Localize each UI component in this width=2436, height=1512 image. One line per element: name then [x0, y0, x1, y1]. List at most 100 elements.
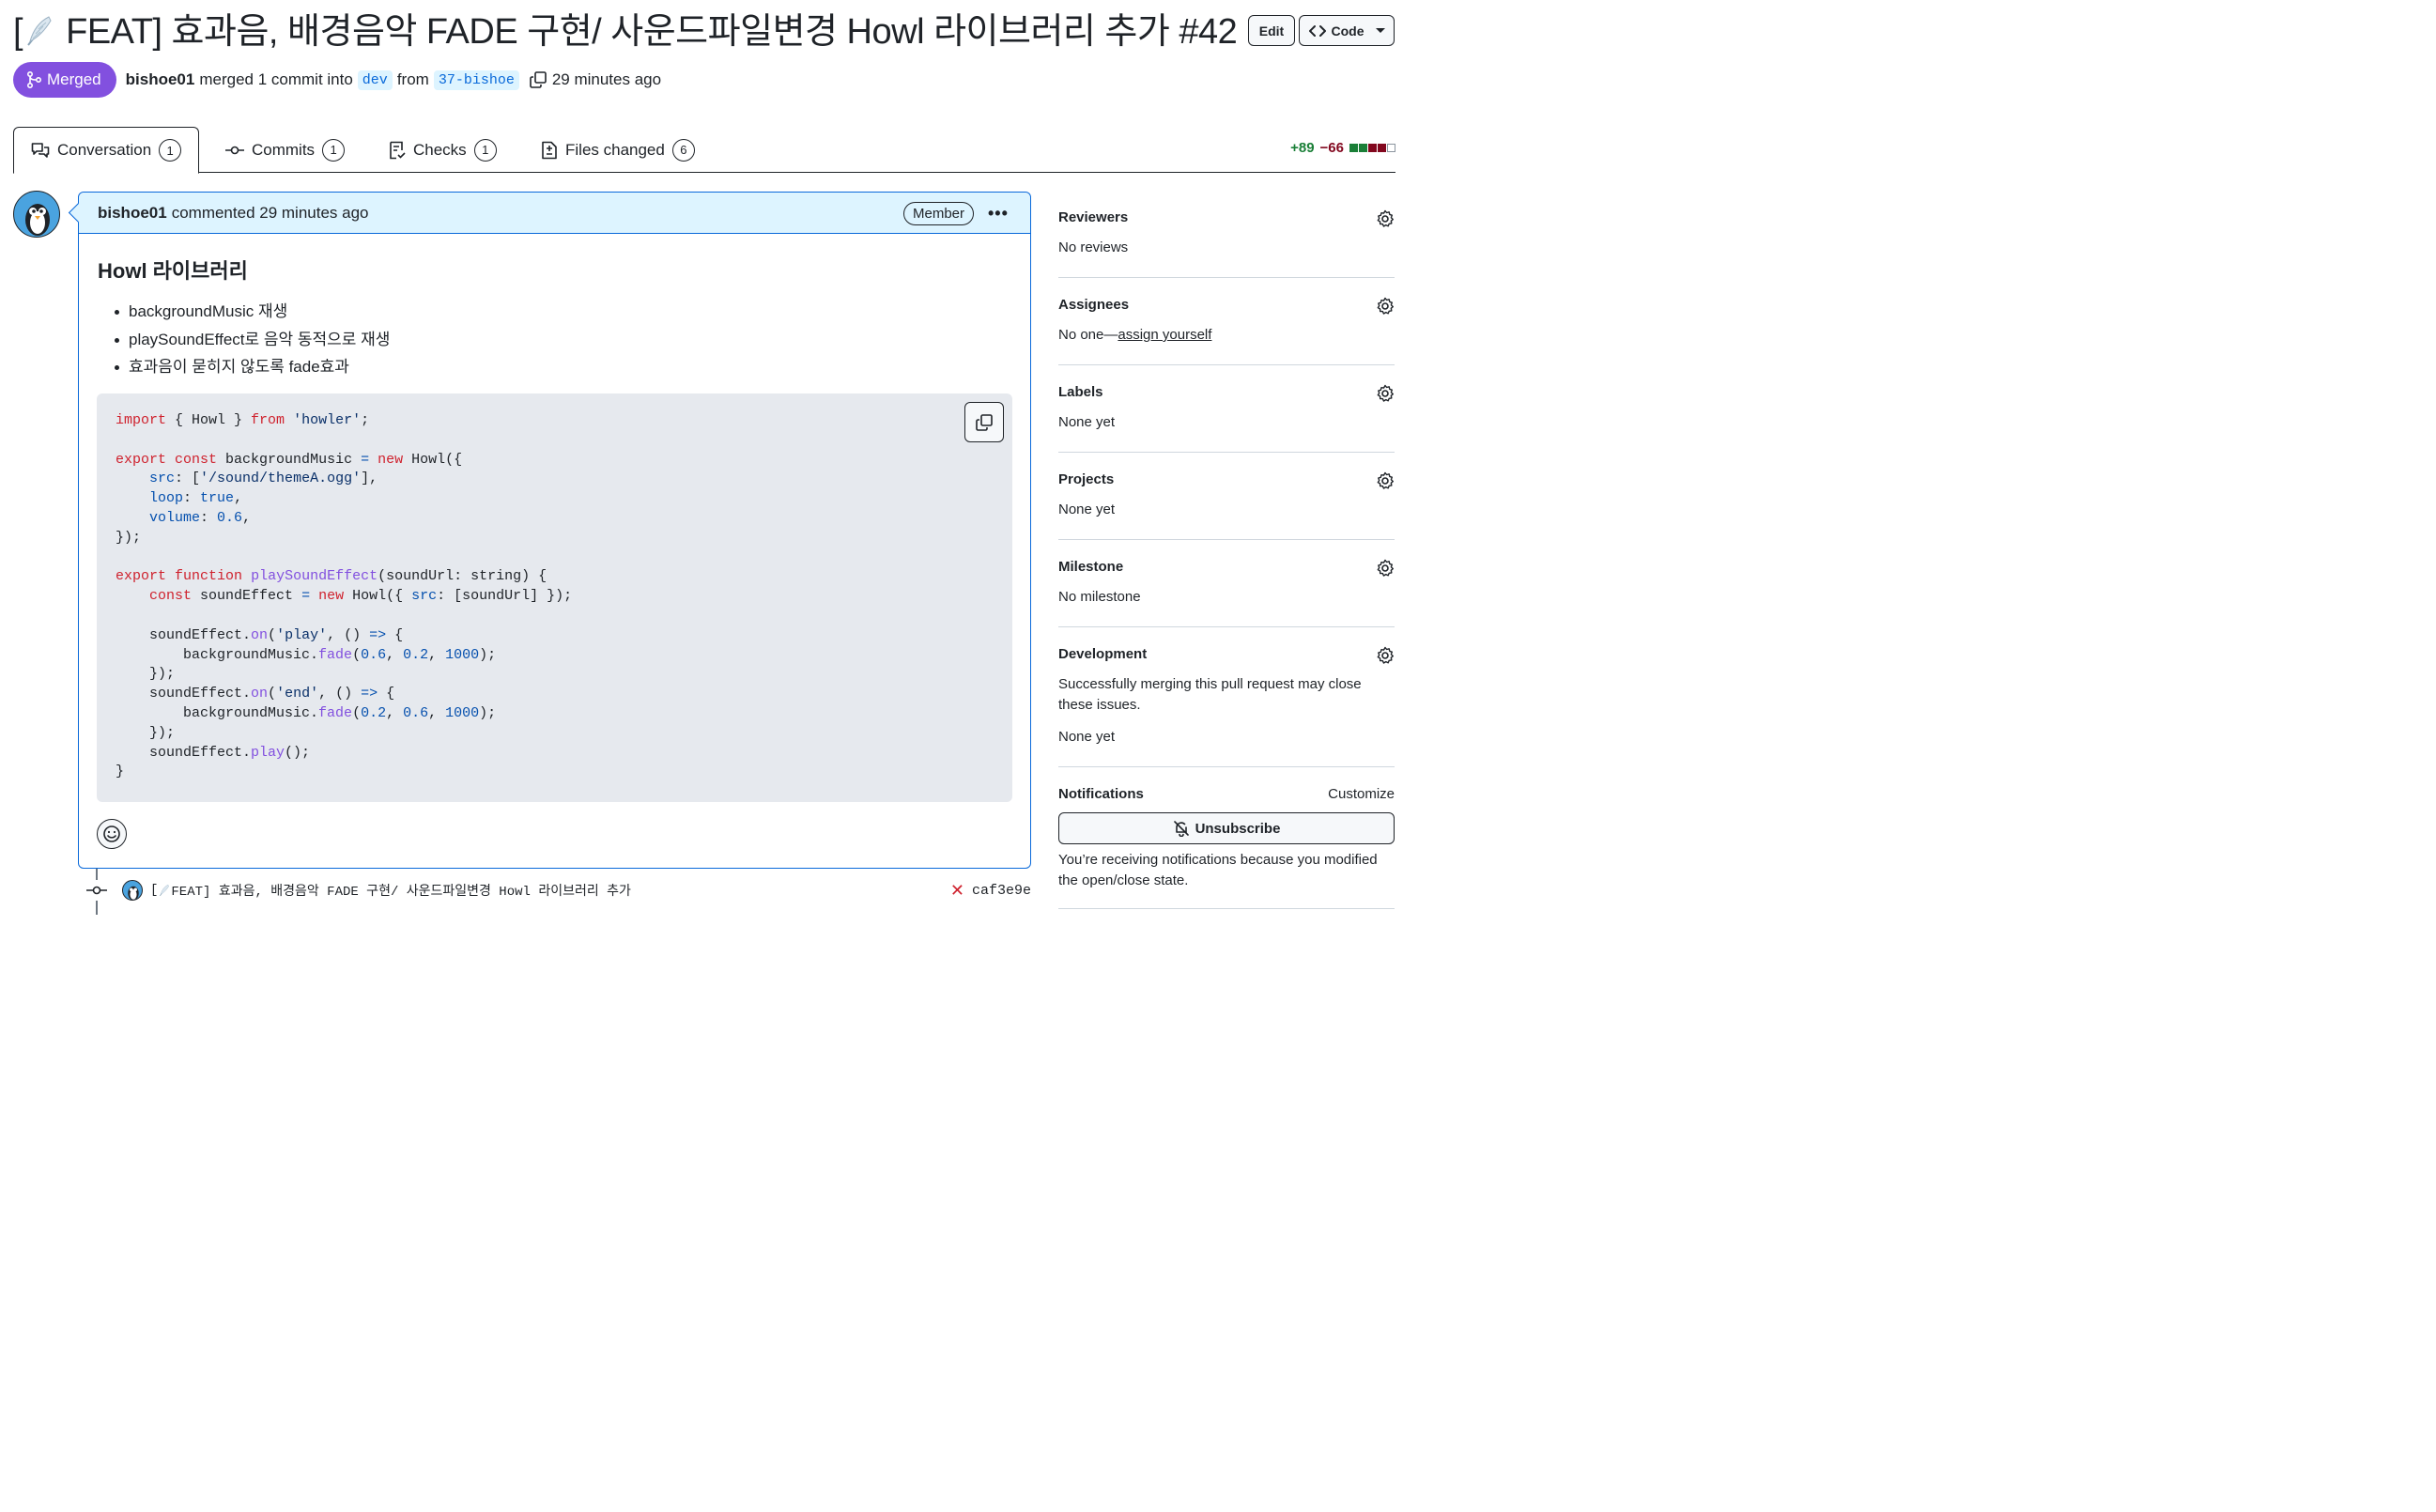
code-token: 1000	[445, 646, 480, 663]
edit-button[interactable]: Edit	[1248, 15, 1295, 46]
tab-checks[interactable]: Checks 1	[389, 127, 497, 173]
code-line: backgroundMusic.fade(0.2, 0.6, 1000);	[116, 704, 572, 724]
code-token: { Howl }	[166, 412, 252, 428]
tab-checks-count: 1	[473, 138, 497, 162]
gear-icon[interactable]	[1376, 646, 1395, 665]
code-token: src	[411, 588, 438, 605]
member-badge: Member	[903, 202, 975, 225]
assign-yourself-link[interactable]: assign yourself	[1118, 327, 1211, 343]
comment-header: bishoe01 commented 29 minutes ago Member…	[79, 193, 1030, 234]
merged-text: merged 1 commit into	[199, 70, 353, 88]
sidebar-projects-title: Projects	[1058, 471, 1115, 487]
penguin-avatar-icon	[128, 886, 139, 900]
code-line: import { Howl } from 'howler';	[116, 411, 572, 431]
code-token: import	[116, 412, 167, 428]
code-token: on	[251, 626, 269, 643]
gear-icon[interactable]	[1376, 384, 1395, 403]
tab-files-changed-label: Files changed	[565, 140, 665, 159]
checklist-icon	[390, 141, 406, 159]
base-branch-link[interactable]: dev	[357, 69, 393, 90]
code-token: (	[268, 626, 277, 643]
add-reaction-button[interactable]	[97, 819, 127, 849]
gear-icon[interactable]	[1376, 559, 1395, 578]
gear-icon[interactable]	[1376, 209, 1395, 228]
diffstat-blocks	[1349, 144, 1395, 152]
code-token: (	[352, 704, 362, 721]
sidebar-milestone-title: Milestone	[1058, 559, 1124, 575]
comment-bullet-list: backgroundMusic 재생 playSoundEffect로 음악 동…	[98, 298, 1011, 381]
code-token: : [	[175, 471, 201, 487]
commit-sha-group: ✕ caf3e9e	[950, 881, 1031, 901]
x-failure-icon[interactable]: ✕	[950, 881, 964, 901]
comment-author-link[interactable]: bishoe01	[98, 204, 167, 223]
avatar[interactable]	[13, 191, 60, 238]
avatar[interactable]	[122, 880, 143, 901]
tab-commits-count: 1	[322, 138, 346, 162]
code-token: Howl({	[403, 451, 463, 468]
copy-icon[interactable]	[529, 70, 547, 89]
unsubscribe-label: Unsubscribe	[1195, 820, 1281, 837]
tab-commits[interactable]: Commits 1	[225, 127, 346, 173]
code-token: , ()	[327, 626, 370, 643]
code-token: ,	[234, 490, 243, 507]
pr-meta: Merged bishoe01 merged 1 commit into dev…	[13, 62, 661, 98]
gear-icon[interactable]	[1376, 471, 1395, 490]
sidebar-development-title: Development	[1058, 646, 1148, 662]
code-token: soundEffect.	[116, 686, 252, 702]
code-line: src: ['/sound/themeA.ogg'],	[116, 470, 572, 489]
git-merge-icon	[27, 71, 41, 88]
code-token: :	[200, 509, 218, 526]
code-button[interactable]: Code	[1299, 15, 1395, 46]
comment-timestamp[interactable]: commented 29 minutes ago	[172, 204, 369, 223]
code-line: }	[116, 763, 572, 782]
code-line: backgroundMusic.fade(0.6, 0.2, 1000);	[116, 646, 572, 666]
code-line: });	[116, 724, 572, 744]
comment-heading: Howl 라이브러리	[98, 259, 248, 283]
code-icon	[1308, 24, 1326, 37]
sidebar-projects: Projects None yet	[1058, 453, 1395, 540]
code-token: export	[116, 451, 167, 468]
feather-icon	[27, 16, 52, 46]
title-text: FEAT] 효과음, 배경음악 FADE 구현/ 사운드파일변경 Howl 라이…	[56, 12, 1238, 52]
code-token: 1000	[445, 704, 480, 721]
customize-link[interactable]: Customize	[1328, 786, 1395, 802]
code-token: loop	[149, 490, 184, 507]
tab-files-changed[interactable]: Files changed 6	[541, 127, 695, 173]
code-token: });	[116, 529, 142, 546]
copy-code-button[interactable]	[964, 402, 1004, 442]
code-token: });	[116, 724, 176, 741]
tab-conversation-label: Conversation	[57, 141, 152, 159]
code-line: const soundEffect = new Howl({ src: [sou…	[116, 587, 572, 607]
merged-label: Merged	[47, 70, 101, 88]
tab-conversation[interactable]: Conversation 1	[13, 127, 200, 174]
pr-author-link[interactable]: bishoe01	[126, 70, 195, 89]
title-bracket: [	[13, 12, 23, 52]
sidebar-projects-value: None yet	[1058, 501, 1116, 517]
code-token: ();	[285, 744, 311, 761]
code-line: export const backgroundMusic = new Howl(…	[116, 451, 572, 471]
commit-message-link[interactable]: FEAT] 효과음, 배경음악 FADE 구현/ 사운드파일변경 Howl 라이…	[171, 881, 630, 900]
kebab-menu-icon[interactable]: •••	[988, 204, 1009, 224]
commit-sha-link[interactable]: caf3e9e	[972, 883, 1031, 899]
code-token: soundEffect.	[116, 626, 252, 643]
file-diff-icon	[542, 141, 557, 159]
code-line: soundEffect.play();	[116, 744, 572, 764]
feather-icon	[160, 884, 170, 897]
code-token: const	[149, 588, 193, 605]
code-token: =>	[361, 686, 378, 702]
code-token: ,	[428, 704, 446, 721]
edit-label: Edit	[1258, 23, 1285, 39]
gear-icon[interactable]	[1376, 297, 1395, 316]
diffstat-additions: +89	[1290, 140, 1315, 156]
code-token: ;	[361, 412, 370, 428]
code-line: volume: 0.6,	[116, 509, 572, 529]
unsubscribe-button[interactable]: Unsubscribe	[1058, 812, 1395, 844]
head-branch-link[interactable]: 37-bishoe	[433, 69, 519, 90]
code-token: :	[183, 490, 201, 507]
code-token: (soundUrl: string) {	[378, 568, 547, 585]
code-token: 'end'	[276, 686, 319, 702]
code-line: export function playSoundEffect(soundUrl…	[116, 567, 572, 587]
tab-commits-label: Commits	[252, 140, 316, 159]
git-commit-icon	[225, 146, 244, 154]
